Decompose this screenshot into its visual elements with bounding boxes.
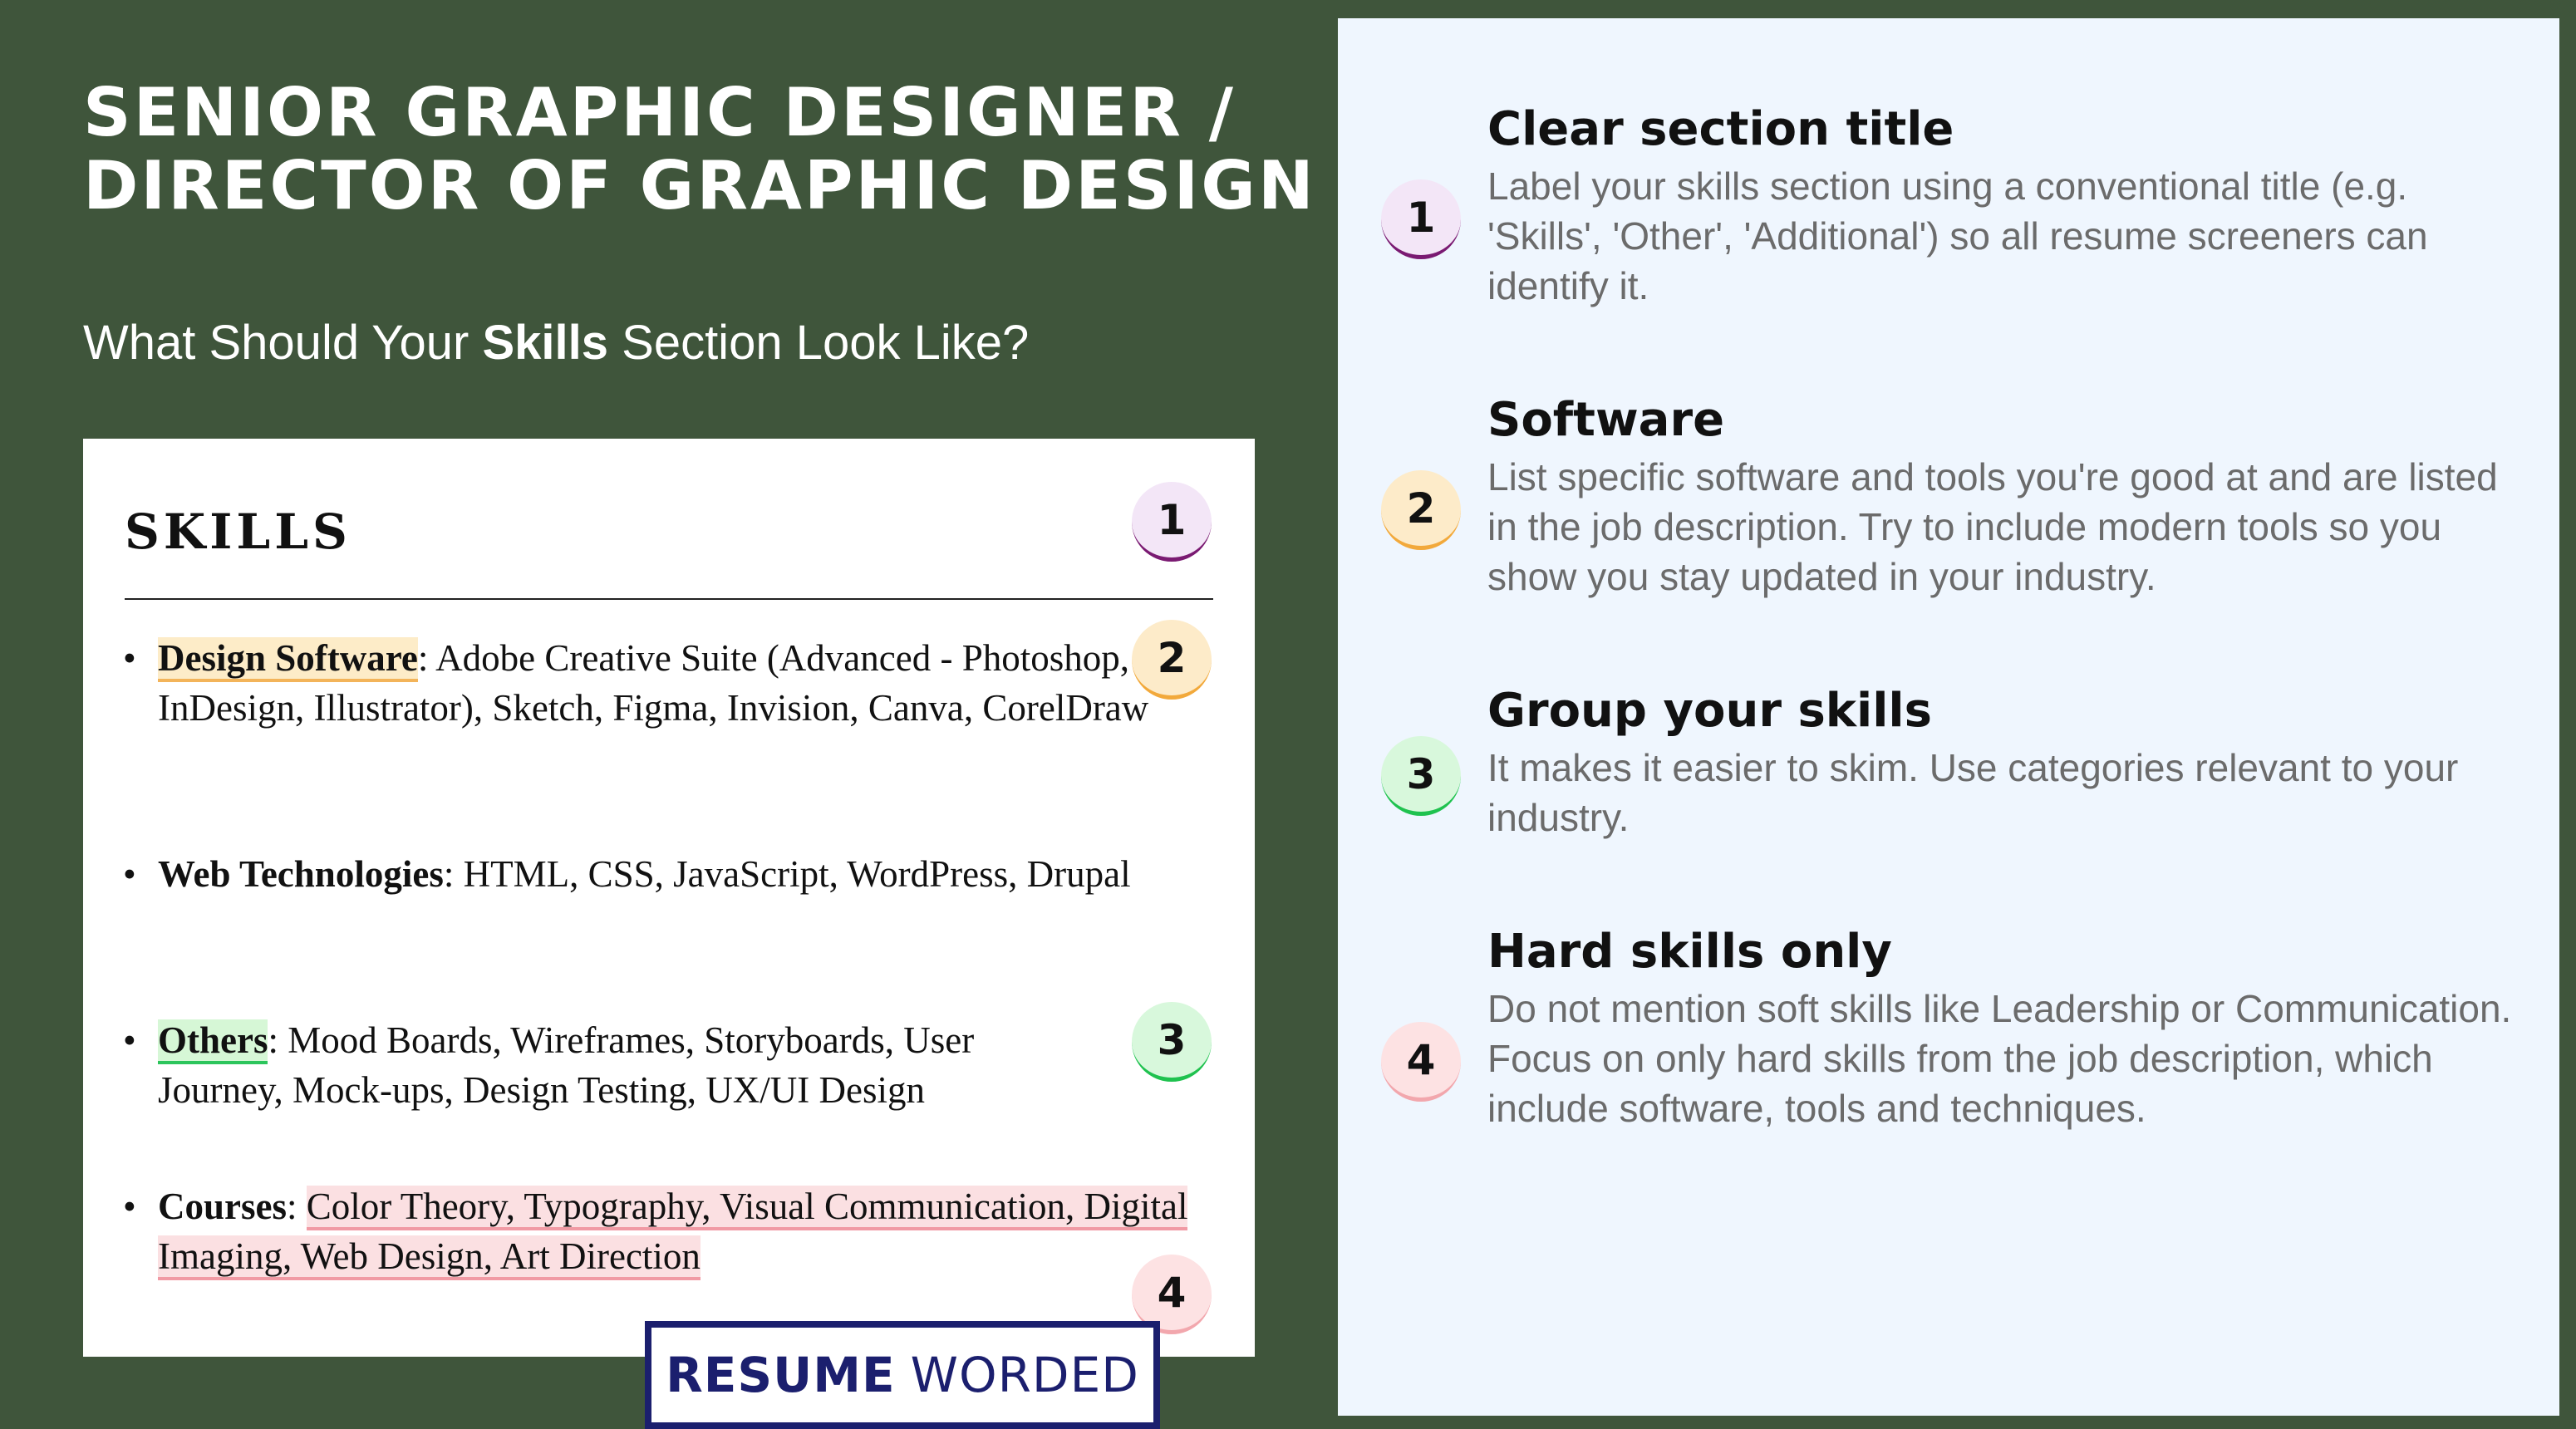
skill-key: Web Technologies	[158, 853, 444, 895]
tip-software: 2 Software List specific software and to…	[1381, 390, 2518, 602]
tip-body: List specific software and tools you're …	[1487, 455, 2498, 598]
subtitle-bold: Skills	[482, 316, 609, 370]
page-title: SENIOR GRAPHIC DESIGNER / DIRECTOR OF GR…	[83, 74, 1316, 224]
tip-body: Do not mention soft skills like Leadersh…	[1487, 987, 2512, 1130]
tip-title: Group your skills	[1487, 684, 1932, 738]
tip-body: Label your skills section using a conven…	[1487, 165, 2428, 307]
skill-key: Design Software	[158, 637, 418, 682]
skill-key: Courses	[158, 1186, 287, 1227]
left-panel: SENIOR GRAPHIC DESIGNER / DIRECTOR OF GR…	[0, 0, 1338, 1429]
skill-item-design-software: Design Software: Adobe Creative Suite (A…	[116, 633, 1205, 733]
tip-title: Hard skills only	[1487, 925, 1892, 979]
skill-sep: :	[443, 853, 464, 895]
tip-hard-skills-only: 4 Hard skills only Do not mention soft s…	[1381, 922, 2518, 1133]
skill-value: HTML, CSS, JavaScript, WordPress, Drupal	[463, 853, 1131, 895]
logo-light: WORDED	[910, 1347, 1139, 1403]
tip-title: Clear section title	[1487, 102, 1954, 156]
skill-key: Others	[158, 1019, 268, 1064]
badge-1: 1	[1132, 482, 1212, 562]
tip-badge-3: 3	[1381, 736, 1461, 816]
tip-group-your-skills: 3 Group your skills It makes it easier t…	[1381, 681, 2518, 842]
page-subtitle: What Should Your Skills Section Look Lik…	[83, 314, 1029, 372]
logo-strong: RESUME	[666, 1347, 896, 1403]
skill-sep: :	[287, 1186, 307, 1227]
subtitle-post: Section Look Like?	[608, 316, 1030, 370]
resume-worded-logo: RESUME WORDED	[645, 1321, 1160, 1429]
tip-title: Software	[1487, 393, 1725, 447]
skill-sep: :	[417, 637, 436, 679]
tips-panel: 1 Clear section title Label your skills …	[1338, 18, 2559, 1416]
subtitle-pre: What Should Your	[83, 316, 483, 370]
skill-item-web-technologies: Web Technologies: HTML, CSS, JavaScript,…	[116, 849, 1205, 899]
skill-sep: :	[268, 1019, 288, 1061]
skills-heading: SKILLS	[125, 503, 351, 560]
tip-body: It makes it easier to skim. Use categori…	[1487, 746, 2459, 839]
badge-3: 3	[1132, 1002, 1212, 1082]
tip-clear-section-title: 1 Clear section title Label your skills …	[1381, 100, 2518, 311]
tip-badge-2: 2	[1381, 470, 1461, 550]
skill-value: Color Theory, Typography, Visual Communi…	[158, 1186, 1188, 1280]
tip-badge-4: 4	[1381, 1022, 1461, 1102]
badge-2: 2	[1132, 620, 1212, 700]
tip-badge-1: 1	[1381, 179, 1461, 259]
skill-item-courses: Courses: Color Theory, Typography, Visua…	[116, 1181, 1205, 1281]
skill-item-others: Others: Mood Boards, Wireframes, Storybo…	[116, 1015, 1205, 1115]
heading-divider	[125, 598, 1213, 600]
skills-card: SKILLS 1 Design Software: Adobe Creative…	[83, 439, 1255, 1357]
